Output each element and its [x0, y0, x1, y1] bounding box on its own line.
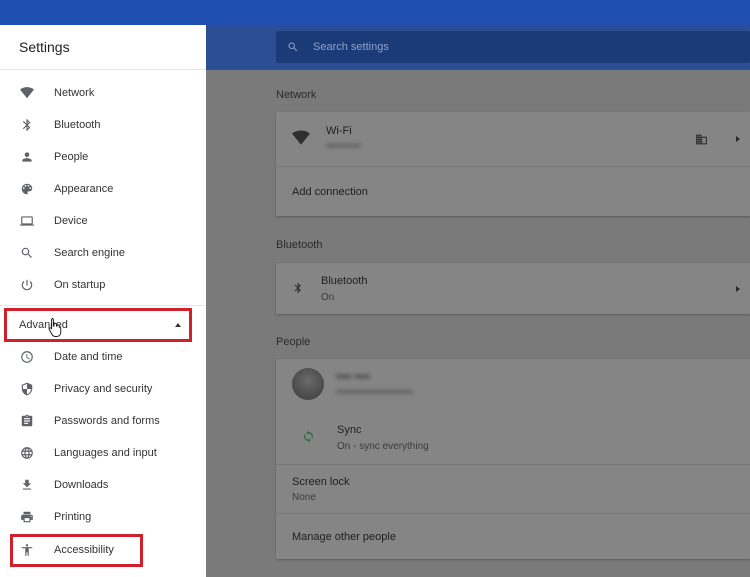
clipboard-icon — [0, 414, 54, 428]
drawer-title: Settings — [0, 25, 206, 70]
network-section-title: Network — [276, 89, 317, 101]
hand-cursor-icon — [48, 318, 62, 337]
palette-icon — [0, 182, 54, 196]
bluetooth-label: Bluetooth — [321, 275, 368, 287]
network-card: Wi-Fi •••••••••• Add connection — [276, 112, 750, 216]
account-email: •••••••••••••••••••••• — [336, 387, 414, 398]
screen-lock-row[interactable]: Screen lock None — [276, 464, 750, 513]
sidebar-item-date-time[interactable]: Date and time — [0, 341, 206, 373]
sync-status: On - sync everything — [337, 441, 429, 452]
sidebar-item-appearance[interactable]: Appearance — [0, 173, 206, 205]
advanced-toggle[interactable]: Advanced — [4, 308, 192, 342]
sidebar-item-device[interactable]: Device — [0, 205, 206, 237]
bluetooth-icon — [292, 281, 304, 298]
people-section-title: People — [276, 336, 311, 348]
sidebar-item-privacy[interactable]: Privacy and security — [0, 373, 206, 405]
screen-lock-label: Screen lock — [292, 476, 350, 488]
settings-drawer: Settings Network Bluetooth People Appear… — [0, 25, 206, 577]
wifi-label: Wi-Fi — [326, 125, 352, 137]
sidebar-item-people[interactable]: People — [0, 141, 206, 173]
wifi-network-name: •••••••••• — [326, 141, 362, 152]
sync-icon — [302, 430, 315, 446]
people-card: •••• •••• •••••••••••••••••••••• Sync On… — [276, 359, 750, 559]
sidebar-item-label: Device — [54, 215, 88, 227]
sidebar-item-bluetooth[interactable]: Bluetooth — [0, 109, 206, 141]
sidebar-item-printing[interactable]: Printing — [0, 501, 206, 533]
sidebar-item-label: Privacy and security — [54, 383, 153, 395]
add-connection-row[interactable]: Add connection — [276, 166, 750, 216]
building-icon — [695, 133, 708, 149]
sidebar-item-label: Downloads — [54, 479, 109, 491]
sidebar-item-label: Appearance — [54, 183, 114, 195]
bluetooth-status: On — [321, 292, 335, 303]
sidebar-item-passwords[interactable]: Passwords and forms — [0, 405, 206, 437]
laptop-icon — [0, 214, 54, 228]
account-name: •••• •••• — [336, 371, 370, 383]
power-icon — [0, 278, 54, 292]
chevron-right-icon — [736, 286, 740, 292]
person-icon — [0, 150, 54, 164]
sidebar-item-label: Languages and input — [54, 447, 157, 459]
sidebar-item-search-engine[interactable]: Search engine — [0, 237, 206, 269]
bluetooth-icon — [0, 118, 54, 132]
bluetooth-card: Bluetooth On — [276, 263, 750, 314]
caret-up-icon — [175, 323, 181, 327]
search-icon — [0, 246, 54, 260]
wifi-icon — [0, 86, 54, 100]
search-icon — [288, 42, 298, 52]
avatar — [292, 368, 324, 400]
sidebar-item-label: Network — [54, 87, 95, 99]
bluetooth-row[interactable]: Bluetooth On — [276, 263, 750, 314]
highlight-box — [10, 534, 143, 567]
sidebar-item-network[interactable]: Network — [0, 77, 206, 109]
download-icon — [0, 478, 54, 492]
screen-lock-value: None — [292, 492, 316, 503]
shield-icon — [0, 382, 54, 396]
clock-icon — [0, 350, 54, 364]
chevron-right-icon — [736, 136, 740, 142]
sidebar-item-label: Bluetooth — [54, 119, 101, 131]
sync-row[interactable]: Sync On - sync everything — [276, 410, 750, 464]
search-box[interactable] — [276, 31, 750, 63]
bluetooth-section-title: Bluetooth — [276, 239, 323, 251]
sidebar-item-languages[interactable]: Languages and input — [0, 437, 206, 469]
sidebar-item-label: People — [54, 151, 89, 163]
account-row[interactable]: •••• •••• •••••••••••••••••••••• — [276, 359, 750, 410]
sidebar-item-label: Passwords and forms — [54, 415, 160, 427]
globe-icon — [0, 446, 54, 460]
sidebar-item-label: Search engine — [54, 247, 125, 259]
sidebar-item-label: Date and time — [54, 351, 123, 363]
sidebar-item-downloads[interactable]: Downloads — [0, 469, 206, 501]
manage-people-label: Manage other people — [292, 531, 396, 543]
top-bar — [0, 0, 750, 25]
divider — [0, 305, 206, 306]
sidebar-item-label: Printing — [54, 511, 92, 523]
sidebar-item-on-startup[interactable]: On startup — [0, 269, 206, 301]
printer-icon — [0, 510, 54, 524]
sidebar-item-label: On startup — [54, 279, 106, 291]
wifi-row[interactable]: Wi-Fi •••••••••• — [276, 112, 750, 166]
wifi-icon — [291, 129, 311, 150]
manage-people-row[interactable]: Manage other people — [276, 513, 750, 559]
sync-label: Sync — [337, 424, 362, 436]
add-connection-label: Add connection — [292, 186, 368, 198]
search-input[interactable] — [313, 41, 693, 53]
